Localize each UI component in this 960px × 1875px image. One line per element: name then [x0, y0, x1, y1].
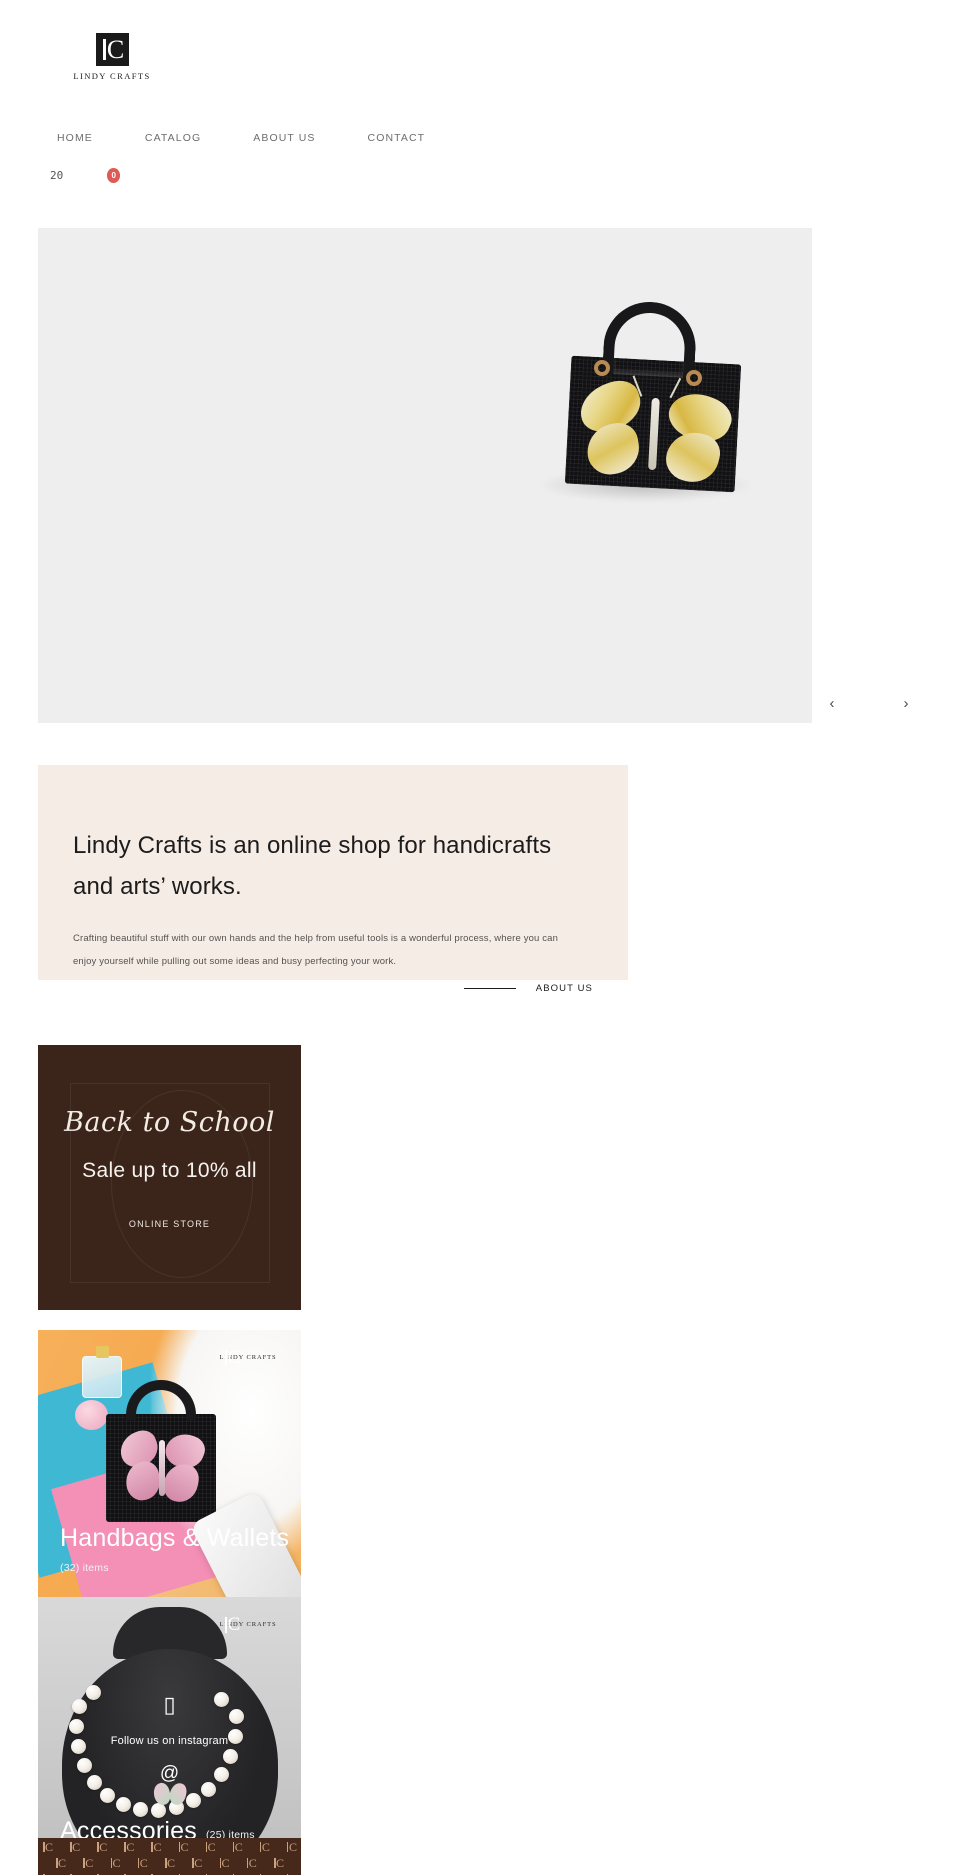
instagram-handle: @: [159, 1763, 180, 1784]
pattern-monogram-icon: C: [165, 1856, 176, 1870]
pattern-monogram-icon: C: [205, 1840, 216, 1854]
butterfly-pendant-icon: [151, 1781, 188, 1809]
pattern-row: C C C C C C C C C: [38, 1856, 301, 1870]
instagram-icon: ▯: [163, 1693, 176, 1718]
cta-rule-divider: [463, 988, 516, 989]
main-navigation: HOME CATALOG ABOUT US CONTACT: [57, 128, 425, 148]
logo-monogram-icon: C: [95, 33, 129, 66]
pattern-monogram-icon: C: [192, 1856, 203, 1870]
pattern-monogram-icon: C: [137, 1856, 148, 1870]
pattern-monogram-icon: C: [43, 1840, 54, 1854]
pattern-monogram-icon: C: [97, 1840, 108, 1854]
card-logo-bar: [224, 1350, 227, 1366]
pearl-bead: [100, 1788, 115, 1803]
cart-count-badge: 0: [107, 168, 121, 183]
logo-letter: C: [106, 35, 125, 64]
handbag-product-handle: [126, 1380, 196, 1420]
handbags-card-logo: C LINDY CRAFTS: [213, 1346, 283, 1368]
hero-carousel: ‹ ›: [38, 228, 928, 723]
handbag-illustration: [530, 298, 770, 528]
logo-bar: [102, 39, 106, 60]
pattern-monogram-icon: C: [259, 1840, 270, 1854]
category-card-handbags[interactable]: C LINDY CRAFTS Handbags & Wallets (32) i…: [38, 1330, 301, 1597]
cart-button[interactable]: 0: [107, 166, 125, 184]
instagram-follow-text: Follow us on instagram: [110, 1735, 229, 1747]
intro-section: Lindy Crafts is an online shop for handi…: [38, 765, 628, 994]
pattern-monogram-icon: C: [70, 1840, 81, 1854]
pattern-monogram-icon: C: [178, 1840, 189, 1854]
butterfly-body: [648, 397, 660, 471]
header-tools: 20 0: [50, 166, 125, 184]
handbags-category-count: (32) items: [60, 1562, 109, 1574]
about-us-link[interactable]: ABOUT US: [463, 983, 593, 994]
hero-product-image: [530, 298, 770, 528]
pattern-monogram-icon: C: [286, 1840, 297, 1854]
pattern-monogram-icon: C: [219, 1856, 230, 1870]
pattern-monogram-icon: C: [83, 1856, 94, 1870]
about-us-link-label: ABOUT US: [535, 983, 593, 994]
handbags-card-label: Handbags & Wallets (32) items: [60, 1523, 291, 1579]
pearl-bead: [133, 1802, 148, 1817]
card-logo-bar: [224, 1617, 227, 1633]
pattern-row: C C C C C C C C C C: [38, 1840, 301, 1854]
pink-butterfly-body: [159, 1440, 165, 1496]
pearl-bead: [116, 1797, 131, 1812]
logo-wordmark: LINDY CRAFTS: [73, 71, 151, 81]
pattern-monogram-icon: C: [151, 1840, 162, 1854]
intro-heading: Lindy Crafts is an online shop for handi…: [73, 832, 552, 901]
promo-banner[interactable]: Back to School Sale up to 10% all ONLINE…: [38, 1045, 301, 1310]
card-logo-letter: C: [227, 1347, 241, 1368]
nav-item-home[interactable]: HOME: [57, 128, 93, 148]
nav-item-contact[interactable]: CONTACT: [368, 128, 426, 148]
hero-carousel-controls: ‹ ›: [810, 681, 928, 725]
page-root: C LINDY CRAFTS HOME CATALOG ABOUT US CON…: [0, 0, 960, 1875]
category-card-accessories[interactable]: ▯ Follow us on instagram @ C LINDY CRAFT…: [38, 1597, 301, 1864]
promo-script-text: Back to School: [64, 1107, 275, 1138]
carousel-next-button[interactable]: ›: [884, 681, 928, 725]
pearl-bead: [186, 1793, 201, 1808]
handbag-handle: [602, 299, 698, 379]
promo-headline: Sale up to 10% all: [82, 1159, 257, 1182]
monogram-pattern-strip: C C C C C C C C C C C C C C C C C C C C …: [38, 1838, 301, 1875]
carousel-prev-button[interactable]: ‹: [810, 681, 854, 725]
pendant-wing-right: [167, 1781, 188, 1807]
card-logo-letter: C: [227, 1614, 241, 1635]
accessories-card-logo: C LINDY CRAFTS: [213, 1613, 283, 1635]
butterfly-applique-icon: [573, 374, 738, 488]
pattern-monogram-icon: C: [124, 1840, 135, 1854]
search-icon[interactable]: 20: [50, 169, 63, 182]
pattern-monogram-icon: C: [246, 1856, 257, 1870]
instagram-overlay: ▯ Follow us on instagram @: [38, 1693, 301, 1785]
pattern-monogram-icon: C: [110, 1856, 121, 1870]
handbag-product-illustration: [100, 1380, 220, 1525]
pattern-monogram-icon: C: [232, 1840, 243, 1854]
pink-butterfly-icon: [115, 1426, 209, 1505]
pattern-monogram-icon: C: [274, 1856, 285, 1870]
promo-subline: ONLINE STORE: [128, 1219, 211, 1229]
nav-item-catalog[interactable]: CATALOG: [145, 128, 201, 148]
intro-paragraph: Crafting beautiful stuff with our own ha…: [73, 932, 559, 967]
site-logo[interactable]: C LINDY CRAFTS: [57, 33, 167, 84]
nav-item-about-us[interactable]: ABOUT US: [253, 128, 315, 148]
pink-wing-4: [160, 1461, 202, 1505]
site-header: C LINDY CRAFTS HOME CATALOG ABOUT US CON…: [0, 0, 960, 228]
handbags-category-name: Handbags & Wallets: [60, 1524, 290, 1552]
pattern-monogram-icon: C: [56, 1856, 67, 1870]
